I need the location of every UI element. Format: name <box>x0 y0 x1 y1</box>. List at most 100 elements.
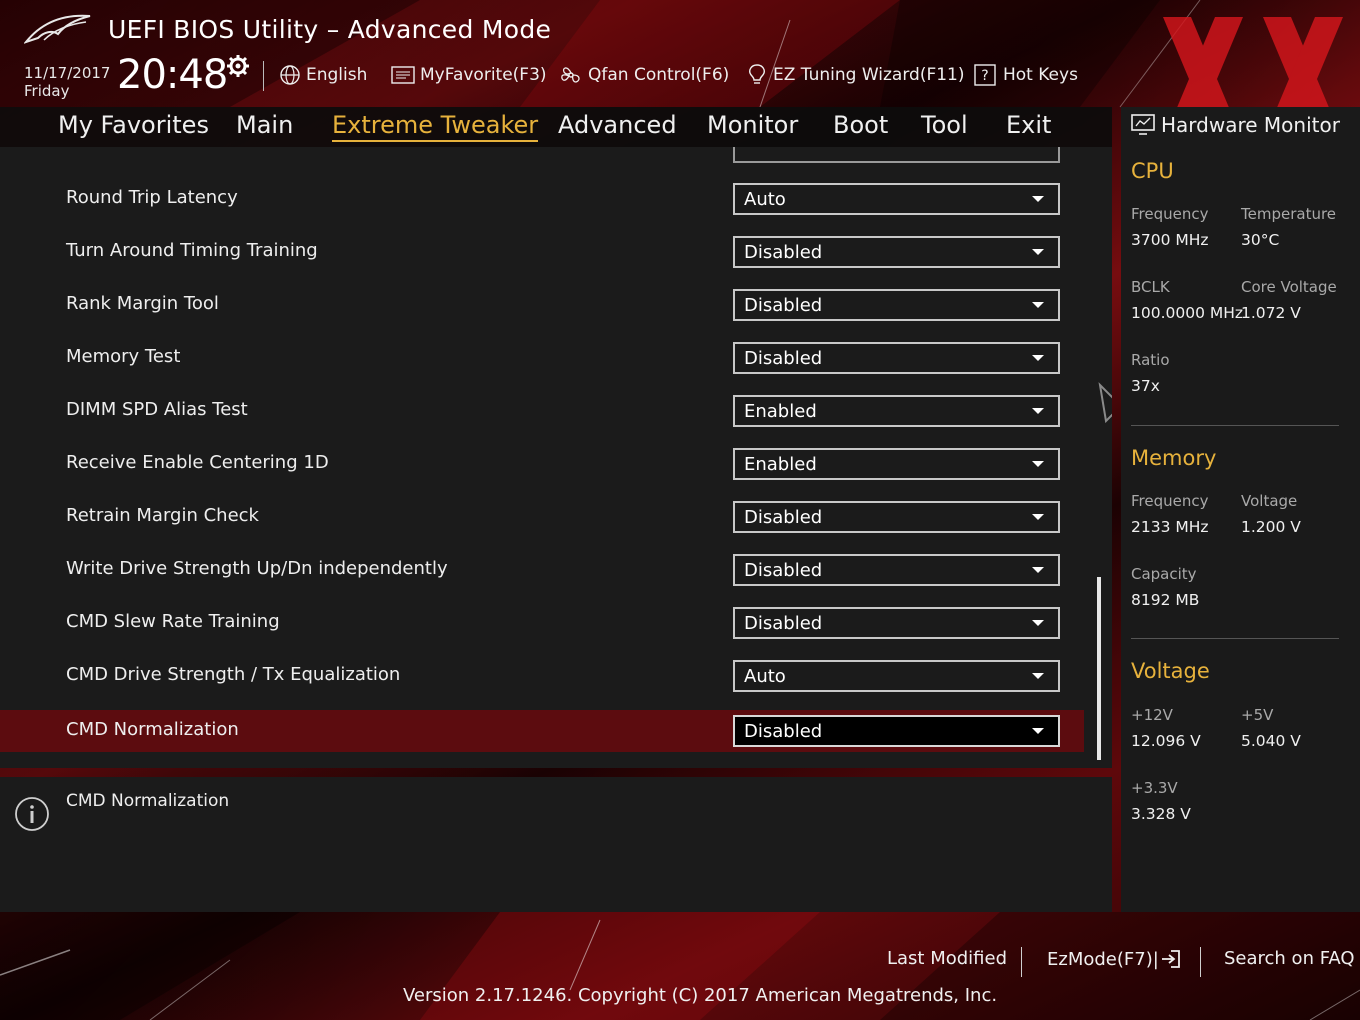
memory-frequency-label: Frequency <box>1131 492 1209 510</box>
v33-label: +3.3V <box>1131 779 1178 797</box>
section-divider <box>1131 425 1339 426</box>
tab-my-favorites[interactable]: My Favorites <box>58 111 209 139</box>
tab-main[interactable]: Main <box>236 111 293 139</box>
dropdown-arrow-icon <box>1032 620 1044 626</box>
mouse-pointer-icon <box>1098 382 1112 424</box>
setting-row-turn-around-timing-training[interactable]: Turn Around Timing Training Disabled <box>0 231 1084 273</box>
setting-row-dimm-spd-alias-test[interactable]: DIMM SPD Alias Test Enabled <box>0 390 1084 432</box>
capacity-label: Capacity <box>1131 565 1197 583</box>
setting-label: Rank Margin Tool <box>66 293 219 314</box>
dropdown-arrow-icon <box>1032 355 1044 361</box>
myfavorite-button[interactable]: MyFavorite(F3) <box>391 63 547 87</box>
tab-tool[interactable]: Tool <box>921 111 968 139</box>
dropdown-arrow-icon <box>1032 567 1044 573</box>
dropdown-value: Enabled <box>744 401 817 422</box>
tab-monitor[interactable]: Monitor <box>707 111 798 139</box>
setting-dropdown[interactable]: Disabled <box>733 607 1060 639</box>
setting-label: Turn Around Timing Training <box>66 240 318 261</box>
help-info-panel: CMD Normalization <box>0 777 1112 912</box>
dropdown-arrow-icon <box>1032 728 1044 734</box>
bclk-label: BCLK <box>1131 278 1170 296</box>
setting-dropdown[interactable]: Auto <box>733 183 1060 215</box>
v33-value: 3.328 V <box>1131 805 1191 823</box>
app-title: UEFI BIOS Utility – Advanced Mode <box>108 15 552 44</box>
dropdown-value: Auto <box>744 189 786 210</box>
setting-dropdown[interactable]: Disabled <box>733 236 1060 268</box>
lightbulb-icon <box>749 64 765 84</box>
setting-label: Memory Test <box>66 346 181 367</box>
setting-label: CMD Slew Rate Training <box>66 611 280 632</box>
dropdown-arrow-icon <box>1032 249 1044 255</box>
exit-arrow-icon <box>1161 950 1180 968</box>
header-divider <box>263 61 264 91</box>
setting-row-round-trip-latency[interactable]: Round Trip Latency Auto <box>0 178 1084 220</box>
dropdown-arrow-icon <box>1032 196 1044 202</box>
setting-label: DIMM SPD Alias Test <box>66 399 248 420</box>
dropdown-value: Disabled <box>744 560 823 581</box>
dropdown-value: Disabled <box>744 348 823 369</box>
dropdown-value: Disabled <box>744 507 823 528</box>
cpu-frequency-label: Frequency <box>1131 205 1209 223</box>
globe-icon <box>280 65 300 85</box>
scrollbar-thumb[interactable] <box>1097 577 1101 760</box>
language-button[interactable]: English <box>279 63 367 87</box>
memory-heading: Memory <box>1131 446 1217 470</box>
qfan-control-button[interactable]: Qfan Control(F6) <box>559 63 729 87</box>
favorite-list-icon <box>391 66 415 84</box>
info-icon <box>15 797 49 831</box>
setting-dropdown[interactable]: Disabled <box>733 501 1060 533</box>
setting-dropdown[interactable]: Disabled <box>733 289 1060 321</box>
dropdown-value: Enabled <box>744 454 817 475</box>
tab-boot[interactable]: Boot <box>833 111 888 139</box>
clock: 20:48 <box>117 52 228 98</box>
setting-dropdown[interactable]: Disabled <box>733 554 1060 586</box>
tab-extreme-tweaker[interactable]: Extreme Tweaker <box>332 111 539 142</box>
ezmode-button[interactable]: EzMode(F7)| <box>1047 948 1183 970</box>
search-on-faq-button[interactable]: Search on FAQ <box>1224 948 1355 969</box>
last-modified-button[interactable]: Last Modified <box>887 948 1007 969</box>
setting-label: Receive Enable Centering 1D <box>66 452 329 473</box>
settings-panel[interactable]: Round Trip Latency Auto Turn Around Timi… <box>0 147 1112 768</box>
ratio-value: 37x <box>1131 377 1160 395</box>
setting-row-rank-margin-tool[interactable]: Rank Margin Tool Disabled <box>0 284 1084 326</box>
setting-row-cmd-slew-rate-training[interactable]: CMD Slew Rate Training Disabled <box>0 602 1084 644</box>
setting-dropdown[interactable]: Disabled <box>733 342 1060 374</box>
dropdown-arrow-icon <box>1032 673 1044 679</box>
section-divider <box>1131 638 1339 639</box>
setting-dropdown[interactable]: Disabled <box>733 715 1060 747</box>
hot-keys-label: Hot Keys <box>1003 65 1078 85</box>
dropdown-value: Auto <box>744 666 786 687</box>
myfavorite-label: MyFavorite(F3) <box>420 65 547 85</box>
setting-dropdown[interactable]: Enabled <box>733 395 1060 427</box>
setting-row-cmd-drive-strength[interactable]: CMD Drive Strength / Tx Equalization Aut… <box>0 655 1084 697</box>
gear-icon[interactable] <box>226 54 250 78</box>
setting-row-memory-test[interactable]: Memory Test Disabled <box>0 337 1084 379</box>
setting-label: Retrain Margin Check <box>66 505 259 526</box>
setting-dropdown[interactable]: Auto <box>733 660 1060 692</box>
v5-value: 5.040 V <box>1241 732 1301 750</box>
monitor-icon <box>1131 114 1155 135</box>
footer-divider <box>1200 947 1201 977</box>
hot-keys-button[interactable]: ? Hot Keys <box>974 63 1078 87</box>
tab-advanced[interactable]: Advanced <box>558 111 677 139</box>
qfan-label: Qfan Control(F6) <box>588 65 730 85</box>
version-copyright: Version 2.17.1246. Copyright (C) 2017 Am… <box>403 985 998 1006</box>
memory-frequency-value: 2133 MHz <box>1131 518 1209 536</box>
weekday-text: Friday <box>24 82 70 100</box>
tab-exit[interactable]: Exit <box>1006 111 1051 139</box>
cpu-temperature-value: 30°C <box>1241 231 1280 249</box>
dropdown-arrow-icon <box>1032 302 1044 308</box>
dropdown-arrow-icon <box>1032 461 1044 467</box>
memory-voltage-label: Voltage <box>1241 492 1298 510</box>
setting-row-cmd-normalization[interactable]: CMD Normalization Disabled <box>0 710 1084 752</box>
ez-tuning-wizard-button[interactable]: EZ Tuning Wizard(F11) <box>746 63 965 87</box>
setting-row-retrain-margin-check[interactable]: Retrain Margin Check Disabled <box>0 496 1084 538</box>
setting-dropdown[interactable]: Enabled <box>733 448 1060 480</box>
cpu-frequency-value: 3700 MHz <box>1131 231 1209 249</box>
core-voltage-label: Core Voltage <box>1241 278 1337 296</box>
dropdown-value: Disabled <box>744 242 823 263</box>
setting-row-receive-enable-centering-1d[interactable]: Receive Enable Centering 1D Enabled <box>0 443 1084 485</box>
v12-label: +12V <box>1131 706 1173 724</box>
setting-row-write-drive-strength[interactable]: Write Drive Strength Up/Dn independently… <box>0 549 1084 591</box>
ez-tuning-label: EZ Tuning Wizard(F11) <box>773 65 965 85</box>
